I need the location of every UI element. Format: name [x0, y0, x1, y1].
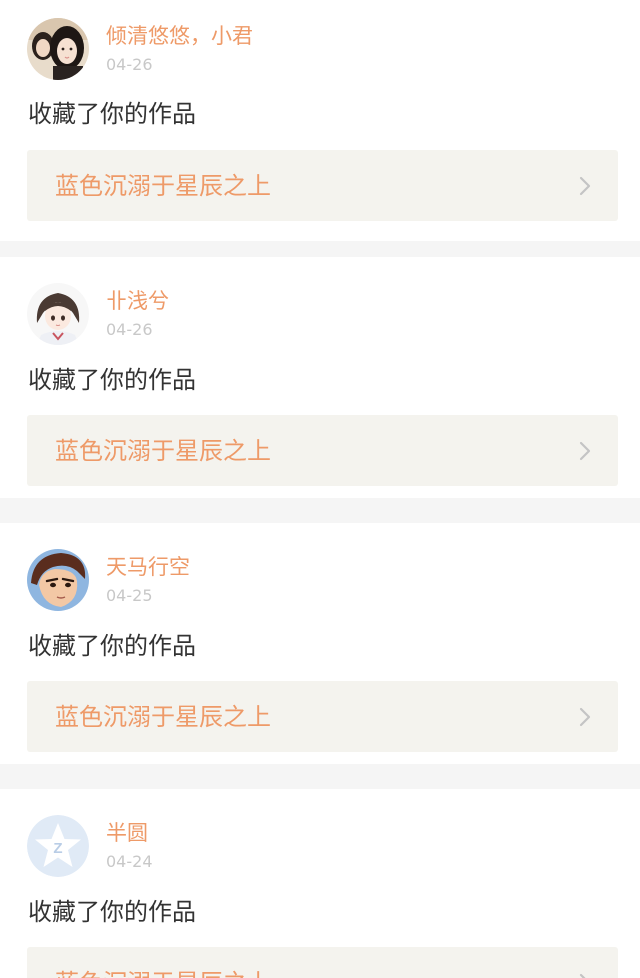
work-link[interactable]: 蓝色沉溺于星辰之上: [27, 415, 618, 486]
timestamp: 04-26: [106, 55, 153, 74]
default-star-avatar: Z: [27, 815, 89, 877]
work-title: 蓝色沉溺于星辰之上: [55, 966, 271, 978]
user-avatar[interactable]: [27, 18, 89, 80]
work-link[interactable]: 蓝色沉溺于星辰之上: [27, 681, 618, 752]
action-text: 收藏了你的作品: [28, 898, 196, 926]
work-title: 蓝色沉溺于星辰之上: [55, 172, 271, 200]
chevron-right-icon: [578, 706, 592, 728]
comic-character-avatar: [27, 549, 89, 611]
notification-card: 卝浅兮 04-26 收藏了你的作品 蓝色沉溺于星辰之上: [0, 257, 640, 498]
username[interactable]: 半圆: [106, 819, 148, 847]
user-avatar[interactable]: [27, 283, 89, 345]
work-title: 蓝色沉溺于星辰之上: [55, 703, 271, 731]
timestamp: 04-25: [106, 586, 153, 605]
work-title: 蓝色沉溺于星辰之上: [55, 437, 271, 465]
svg-text:Z: Z: [53, 840, 62, 857]
notification-card: 天马行空 04-25 收藏了你的作品 蓝色沉溺于星辰之上: [0, 523, 640, 764]
user-avatar[interactable]: [27, 549, 89, 611]
action-text: 收藏了你的作品: [28, 366, 196, 394]
timestamp: 04-24: [106, 852, 153, 871]
chevron-right-icon: [578, 175, 592, 197]
notification-card: 倾清悠悠，小君 04-26 收藏了你的作品 蓝色沉溺于星辰之上: [0, 0, 640, 241]
notification-card: Z 半圆 04-24 收藏了你的作品 蓝色沉溺于星辰之上: [0, 789, 640, 978]
work-link[interactable]: 蓝色沉溺于星辰之上: [27, 150, 618, 221]
username[interactable]: 倾清悠悠，小君: [106, 22, 253, 50]
action-text: 收藏了你的作品: [28, 632, 196, 660]
anime-girl-avatar: [27, 283, 89, 345]
work-link[interactable]: 蓝色沉溺于星辰之上: [27, 947, 618, 978]
chevron-right-icon: [578, 972, 592, 978]
timestamp: 04-26: [106, 320, 153, 339]
username[interactable]: 卝浅兮: [106, 287, 169, 315]
action-text: 收藏了你的作品: [28, 100, 196, 128]
chevron-right-icon: [578, 440, 592, 462]
two-girls-photo-avatar: [27, 18, 89, 80]
user-avatar[interactable]: Z: [27, 815, 89, 877]
username[interactable]: 天马行空: [106, 553, 190, 581]
